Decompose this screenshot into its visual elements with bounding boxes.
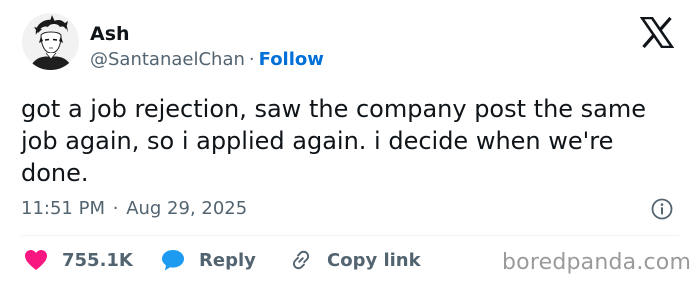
handle-separator: · bbox=[248, 49, 255, 70]
reply-button[interactable]: Reply bbox=[161, 249, 289, 271]
info-icon[interactable] bbox=[651, 198, 673, 220]
handle[interactable]: @SantanaelChan bbox=[90, 49, 245, 70]
handle-row: @SantanaelChan · Follow bbox=[90, 48, 324, 72]
display-name[interactable]: Ash bbox=[90, 22, 130, 46]
tweet-date: Aug 29, 2025 bbox=[126, 198, 248, 219]
watermark: boredpanda.com bbox=[502, 250, 692, 275]
like-button[interactable]: 755.1K bbox=[24, 249, 161, 271]
timestamp-separator: · bbox=[112, 198, 119, 219]
follow-button[interactable]: Follow bbox=[259, 49, 324, 70]
heart-icon bbox=[25, 250, 47, 270]
tweet-time: 11:51 PM bbox=[21, 198, 105, 219]
reply-label: Reply bbox=[199, 249, 256, 271]
tweet-text: got a job rejection, saw the company pos… bbox=[21, 95, 647, 187]
copy-link-label: Copy link bbox=[327, 249, 421, 271]
link-icon bbox=[293, 250, 310, 270]
copy-link-button[interactable]: Copy link bbox=[289, 248, 421, 272]
timestamp[interactable]: 11:51 PM · Aug 29, 2025 bbox=[21, 197, 247, 221]
reply-bubble-icon bbox=[162, 250, 184, 271]
x-logo-icon[interactable] bbox=[640, 17, 674, 48]
tweet-card: Ash @SantanaelChan · Follow got a job reje… bbox=[0, 0, 700, 287]
divider bbox=[21, 235, 679, 236]
avatar[interactable] bbox=[22, 13, 79, 70]
like-count: 755.1K bbox=[62, 249, 133, 271]
action-bar: 755.1K Reply Copy link bbox=[24, 247, 421, 273]
avatar-image bbox=[22, 13, 79, 70]
